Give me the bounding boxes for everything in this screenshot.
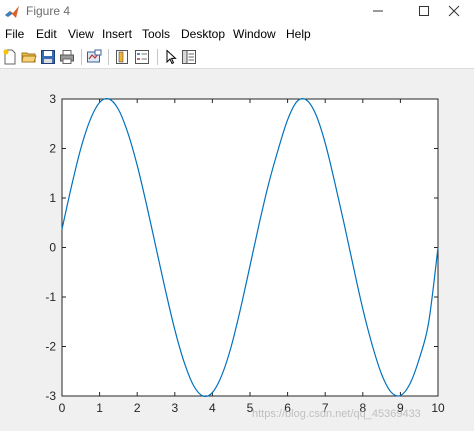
menu-desktop[interactable]: Desktop (181, 27, 225, 41)
y-tick-labels: -3 -2 -1 0 1 2 3 (45, 92, 56, 403)
insert-colorbar-icon[interactable] (114, 49, 130, 65)
menu-view[interactable]: View (68, 27, 94, 41)
maximize-icon (419, 6, 429, 16)
new-figure-icon[interactable] (2, 49, 18, 65)
menu-bar: File Edit View Insert Tools Desktop Wind… (0, 25, 474, 45)
watermark-text: https://blog.csdn.net/qq_45369433 (252, 408, 421, 420)
open-file-icon[interactable] (21, 49, 37, 65)
x-tick-label: 1 (96, 401, 103, 415)
print-icon[interactable] (59, 49, 75, 65)
insert-legend-icon[interactable] (134, 49, 150, 65)
figure-area: 0 1 2 3 4 5 6 7 8 9 10 -3 -2 -1 0 1 2 3 https://blog.csd… (0, 69, 474, 431)
y-tick-label: 3 (49, 92, 56, 106)
x-tick-label: 4 (209, 401, 216, 415)
x-tick-label: 3 (171, 401, 178, 415)
menu-file[interactable]: File (5, 27, 24, 41)
y-tick-label: 0 (49, 241, 56, 255)
plot-canvas[interactable]: 0 1 2 3 4 5 6 7 8 9 10 -3-2-10123 https://blog.csd… (0, 69, 474, 431)
x-tick-label: 2 (134, 401, 141, 415)
x-tick-label: 0 (59, 401, 66, 415)
property-inspector-icon[interactable] (181, 49, 197, 65)
toolbar (0, 46, 474, 69)
toolbar-separator (81, 49, 82, 65)
title-bar: Figure 4 (0, 0, 474, 24)
close-icon (448, 5, 460, 17)
y-tick-label: -3 (45, 389, 56, 403)
y-tick-label: 1 (49, 191, 56, 205)
menu-edit[interactable]: Edit (36, 27, 57, 41)
save-icon[interactable] (40, 49, 56, 65)
menu-insert[interactable]: Insert (102, 27, 132, 41)
x-tick-label: 10 (431, 401, 445, 415)
matlab-logo-icon (5, 6, 19, 18)
minimize-button[interactable] (358, 0, 398, 22)
y-tick-label: -1 (45, 290, 56, 304)
axes-background (61, 98, 439, 397)
y-tick-label: -2 (45, 340, 56, 354)
toolbar-separator (157, 49, 158, 65)
menu-tools[interactable]: Tools (142, 27, 170, 41)
link-plot-icon[interactable] (86, 49, 102, 65)
menu-help[interactable]: Help (286, 27, 311, 41)
close-button[interactable] (434, 0, 474, 22)
y-tick-label: 2 (49, 142, 56, 156)
edit-plot-icon[interactable] (163, 49, 179, 65)
minimize-icon (373, 10, 383, 12)
toolbar-separator (108, 49, 109, 65)
window-title: Figure 4 (26, 4, 71, 18)
menu-window[interactable]: Window (233, 27, 276, 41)
